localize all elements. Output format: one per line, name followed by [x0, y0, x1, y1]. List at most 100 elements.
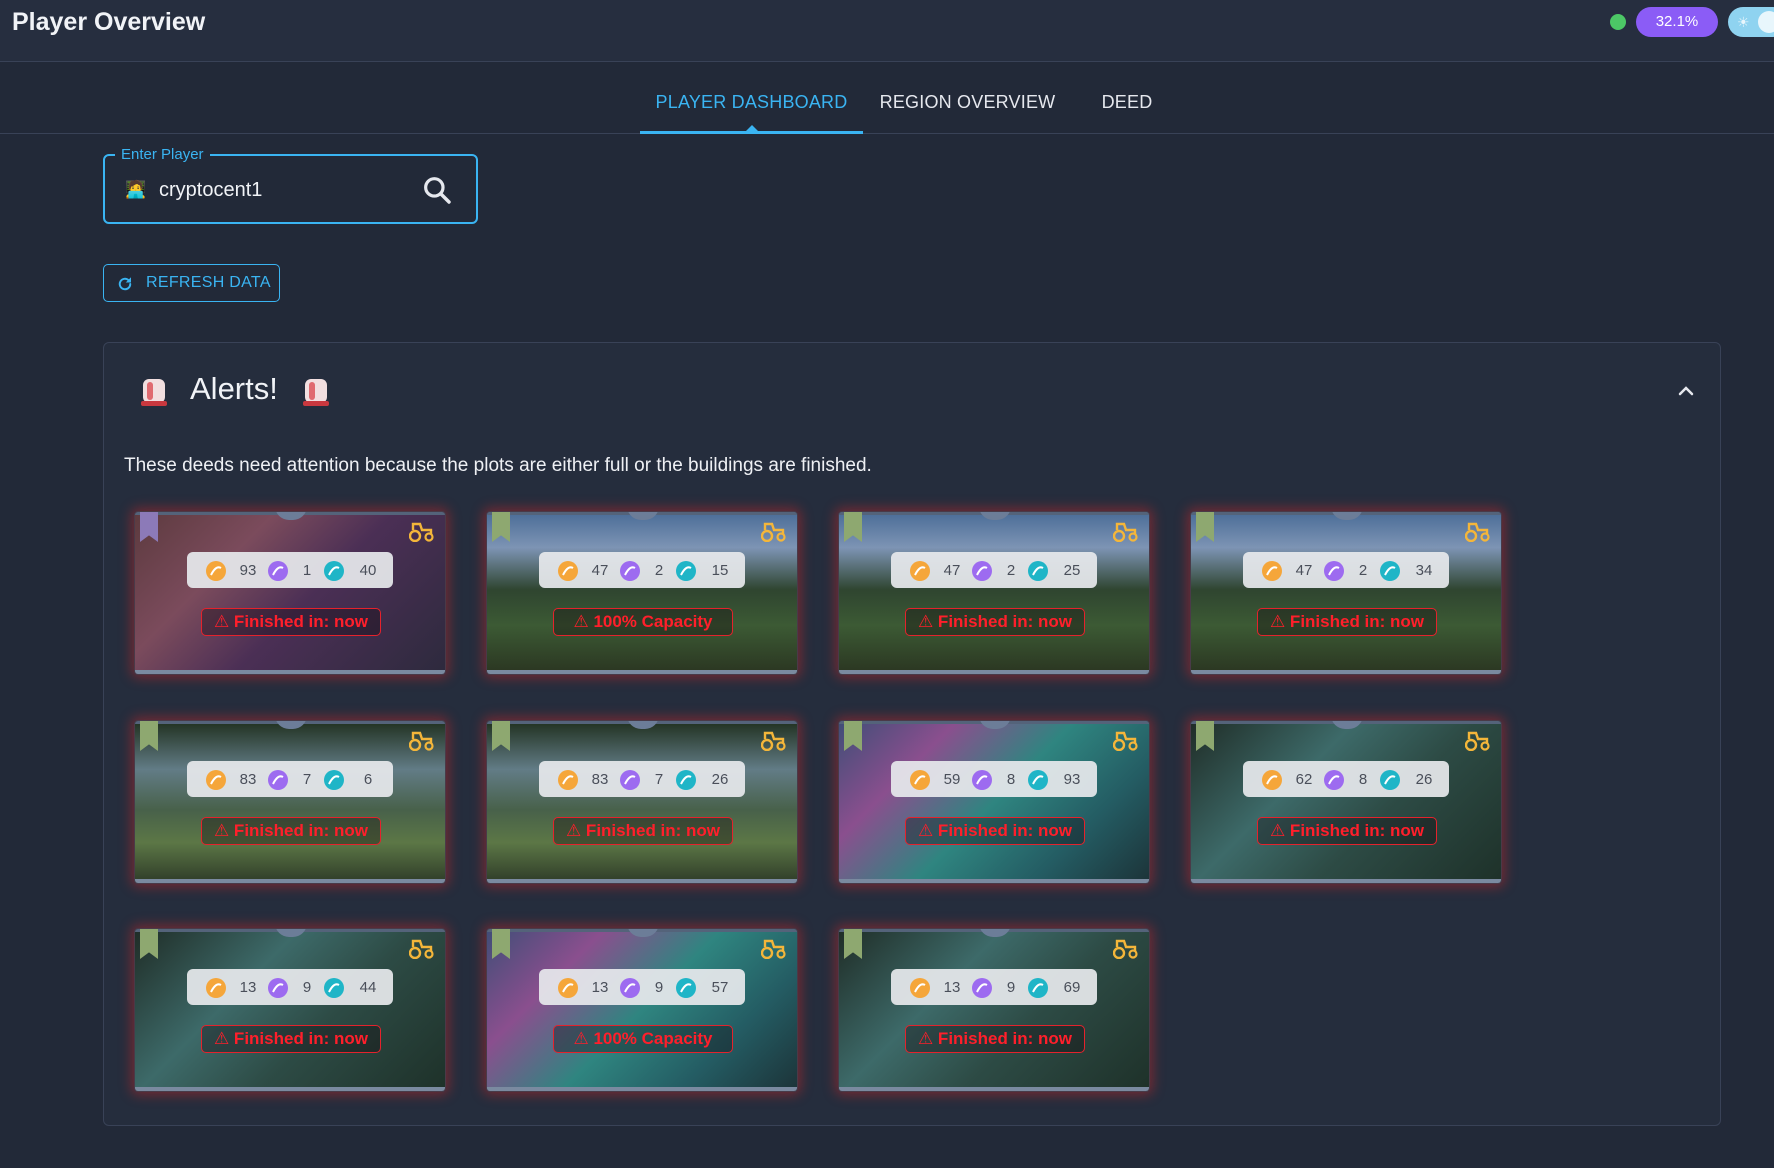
card-frame-bottom: [487, 670, 797, 674]
deed-card[interactable]: 47 2 34 ⚠ Finished in: now: [1190, 511, 1502, 675]
research-value: 7: [654, 771, 664, 788]
spellpower-icon: [1028, 978, 1048, 998]
spellpower-value: 6: [363, 771, 373, 788]
tractor-icon: [1113, 939, 1138, 959]
tractor-icon: [761, 731, 786, 751]
app-bar: Player Overview 32.1% ☀: [0, 0, 1774, 62]
research-icon: [1324, 561, 1344, 581]
deed-card-background: [487, 721, 797, 883]
resource-summary: 13 9 69: [891, 969, 1097, 1005]
research-value: 1: [302, 562, 312, 579]
grain-icon: [910, 978, 930, 998]
deed-alert-badge: ⚠ Finished in: now: [201, 1025, 381, 1053]
spellpower-icon: [1380, 770, 1400, 790]
deed-card[interactable]: 47 2 15 ⚠ 100% Capacity: [486, 511, 798, 675]
card-frame-bottom: [1191, 670, 1501, 674]
spellpower-icon: [676, 561, 696, 581]
research-value: 9: [654, 979, 664, 996]
search-icon[interactable]: [421, 174, 453, 206]
grain-value: 59: [943, 771, 961, 788]
card-frame-bottom: [487, 879, 797, 883]
tractor-icon: [409, 939, 434, 959]
spellpower-icon: [324, 978, 344, 998]
research-icon: [620, 561, 640, 581]
deed-card[interactable]: 47 2 25 ⚠ Finished in: now: [838, 511, 1150, 675]
spellpower-icon: [676, 978, 696, 998]
grain-value: 47: [591, 562, 609, 579]
spellpower-value: 57: [711, 979, 729, 996]
research-value: 9: [1006, 979, 1016, 996]
deed-card-background: [839, 929, 1149, 1091]
grain-value: 13: [591, 979, 609, 996]
spellpower-icon: [1028, 770, 1048, 790]
grain-value: 47: [1295, 562, 1313, 579]
siren-icon: [141, 379, 167, 406]
grain-icon: [910, 770, 930, 790]
research-icon: [620, 770, 640, 790]
spellpower-icon: [324, 561, 344, 581]
spellpower-value: 26: [711, 771, 729, 788]
sun-icon: ☀: [1737, 14, 1750, 30]
toggle-knob: [1758, 11, 1774, 33]
grain-icon: [206, 561, 226, 581]
player-field-label: Enter Player: [115, 146, 210, 163]
tab-region-overview[interactable]: REGION OVERVIEW: [870, 92, 1065, 134]
grain-icon: [206, 770, 226, 790]
tractor-icon: [1113, 522, 1138, 542]
refresh-data-button[interactable]: REFRESH DATA: [103, 264, 280, 302]
spellpower-icon: [324, 770, 344, 790]
alerts-title: Alerts!: [190, 371, 278, 406]
grain-icon: [1262, 561, 1282, 581]
grain-value: 13: [943, 979, 961, 996]
spellpower-value: 69: [1063, 979, 1081, 996]
chevron-up-icon[interactable]: [1674, 379, 1698, 403]
deed-card[interactable]: 13 9 57 ⚠ 100% Capacity: [486, 928, 798, 1092]
tractor-icon: [1113, 731, 1138, 751]
grain-icon: [910, 561, 930, 581]
alerts-description: These deeds need attention because the p…: [124, 455, 872, 476]
spellpower-icon: [1380, 561, 1400, 581]
deed-card[interactable]: 13 9 69 ⚠ Finished in: now: [838, 928, 1150, 1092]
deed-card[interactable]: 83 7 26 ⚠ Finished in: now: [486, 720, 798, 884]
grain-icon: [558, 561, 578, 581]
resource-summary: 13 9 57: [539, 969, 745, 1005]
deed-alert-badge: ⚠ Finished in: now: [905, 608, 1085, 636]
tab-deed[interactable]: DEED: [1082, 92, 1172, 134]
player-search-field: Enter Player 🧑‍💻: [103, 146, 478, 224]
research-value: 2: [1358, 562, 1368, 579]
resource-summary: 47 2 15: [539, 552, 745, 588]
research-icon: [972, 978, 992, 998]
deed-card[interactable]: 83 7 6 ⚠ Finished in: now: [134, 720, 446, 884]
deed-card[interactable]: 59 8 93 ⚠ Finished in: now: [838, 720, 1150, 884]
grain-icon: [1262, 770, 1282, 790]
grain-icon: [206, 978, 226, 998]
refresh-data-label: REFRESH DATA: [146, 274, 271, 291]
resource-summary: 62 8 26: [1243, 761, 1449, 797]
research-value: 2: [654, 562, 664, 579]
grain-value: 62: [1295, 771, 1313, 788]
research-icon: [268, 770, 288, 790]
siren-icon: [303, 379, 329, 406]
grain-value: 83: [239, 771, 257, 788]
deed-card-background: [135, 929, 445, 1091]
resource-summary: 59 8 93: [891, 761, 1097, 797]
grain-value: 93: [239, 562, 257, 579]
deed-card-background: [1191, 512, 1501, 674]
grain-icon: [558, 770, 578, 790]
tractor-icon: [1465, 522, 1490, 542]
deed-card-background: [487, 929, 797, 1091]
card-frame-bottom: [135, 1087, 445, 1091]
deed-card-background: [839, 721, 1149, 883]
progress-chip[interactable]: 32.1%: [1636, 7, 1718, 37]
deed-card[interactable]: 13 9 44 ⚠ Finished in: now: [134, 928, 446, 1092]
player-input[interactable]: [159, 176, 409, 204]
spellpower-value: 15: [711, 562, 729, 579]
card-frame-bottom: [839, 670, 1149, 674]
deed-card-background: [135, 512, 445, 674]
card-frame-bottom: [839, 879, 1149, 883]
theme-toggle[interactable]: ☀: [1728, 7, 1774, 37]
deed-card-background: [487, 512, 797, 674]
spellpower-icon: [1028, 561, 1048, 581]
deed-card[interactable]: 62 8 26 ⚠ Finished in: now: [1190, 720, 1502, 884]
deed-card[interactable]: 93 1 40 ⚠ Finished in: now: [134, 511, 446, 675]
